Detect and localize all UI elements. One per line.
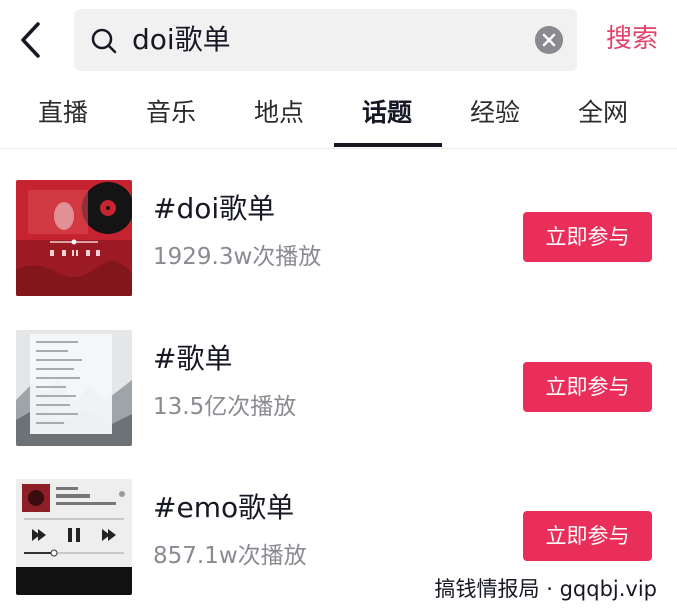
topic-thumbnail <box>16 180 132 296</box>
topic-title[interactable]: #emo歌单 <box>153 491 294 525</box>
topic-play-count: 857.1w次播放 <box>153 543 307 569</box>
tab-live[interactable]: 直播 <box>38 96 88 130</box>
topic-title[interactable]: #歌单 <box>153 342 232 376</box>
topic-thumbnail <box>16 330 132 446</box>
search-query[interactable]: doi歌单 <box>132 23 231 57</box>
topic-title[interactable]: #doi歌单 <box>153 192 275 226</box>
topic-play-count: 13.5亿次播放 <box>153 394 297 420</box>
topic-thumbnail <box>16 479 132 595</box>
search-button[interactable]: 搜索 <box>606 22 658 56</box>
search-icon <box>91 28 117 54</box>
topic-play-count: 1929.3w次播放 <box>153 244 322 270</box>
search-input[interactable]: doi歌单 <box>74 9 577 71</box>
active-tab-indicator <box>334 143 442 147</box>
join-topic-button[interactable]: 立即参与 <box>523 511 652 561</box>
join-topic-button[interactable]: 立即参与 <box>523 212 652 262</box>
back-arrow-icon[interactable] <box>14 18 50 62</box>
watermark-text: 搞钱情报局 · gqqbj.vip <box>434 577 657 601</box>
category-tabs: 直播 音乐 地点 话题 经验 全网 <box>0 80 677 149</box>
topic-row[interactable]: #doi歌单 1929.3w次播放 立即参与 <box>0 180 677 310</box>
clear-icon[interactable] <box>535 26 563 54</box>
tab-places[interactable]: 地点 <box>254 96 304 130</box>
tab-music[interactable]: 音乐 <box>146 96 196 130</box>
tab-topics[interactable]: 话题 <box>362 96 412 130</box>
tab-experience[interactable]: 经验 <box>470 96 520 130</box>
topic-row[interactable]: #歌单 13.5亿次播放 立即参与 <box>0 330 677 460</box>
join-topic-button[interactable]: 立即参与 <box>523 362 652 412</box>
search-header: doi歌单 搜索 <box>0 0 677 80</box>
tab-all-web[interactable]: 全网 <box>578 96 628 130</box>
